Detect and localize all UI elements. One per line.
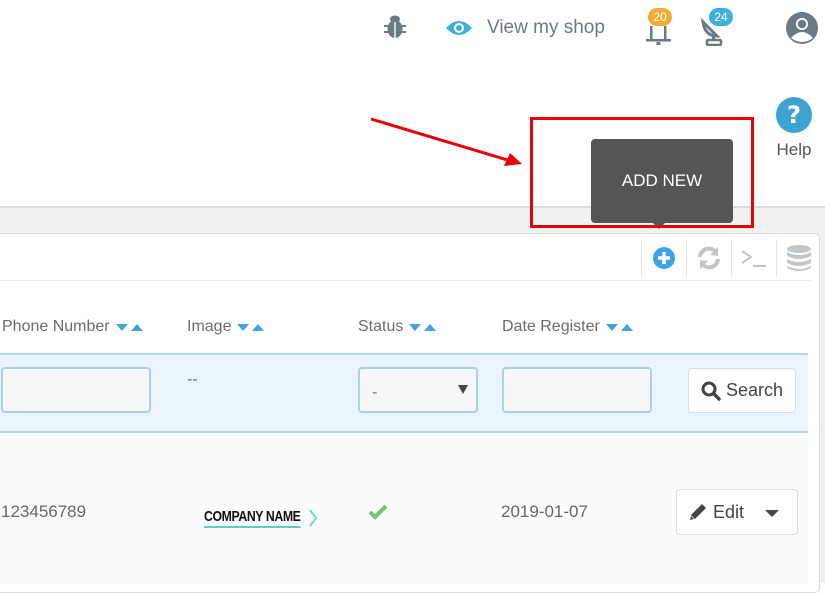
tooltip-text: ADD NEW [621,171,703,190]
refresh-button[interactable] [686,239,730,277]
refresh-icon [697,246,720,270]
status-filter-value: - [372,383,378,401]
user-avatar-icon [786,12,818,44]
sort-desc-icon[interactable] [237,323,250,331]
notifications-button[interactable]: 20 [642,6,676,46]
column-header-status: Status [358,318,437,336]
logo-chevron-icon [308,509,317,527]
database-export-icon [786,245,811,271]
date-register-cell: 2019-01-07 [501,502,588,521]
panel-toolbar [0,234,811,281]
date-filter-input[interactable] [502,367,652,413]
notifications-badge: 20 [648,8,672,26]
add-new-icon [652,247,675,269]
column-label: Date Register [502,318,600,335]
user-menu-button[interactable] [786,12,818,44]
help-label: Help [776,140,812,159]
pencil-icon [690,504,706,520]
annotation-arrow-icon [370,117,522,166]
question-circle-icon: ? [776,97,812,133]
sql-query-icon [740,250,766,267]
export-button[interactable] [776,239,820,277]
sort-asc-icon[interactable] [130,323,143,331]
svg-text:?: ? [787,101,801,129]
status-enabled-toggle[interactable] [368,504,388,524]
search-button[interactable]: Search [688,368,796,413]
status-filter-select[interactable]: - [358,367,478,413]
messages-button[interactable]: 24 [699,6,735,46]
sort-controls [115,323,143,331]
image-filter-placeholder: -- [187,370,198,388]
logo-text: COMPANY NAME [204,508,301,528]
top-bar: View my shop 20 24 [0,0,825,58]
company-logo-image: COMPANY NAME [204,506,318,530]
column-label: Status [358,318,404,335]
add-new-button[interactable] [641,239,685,277]
eye-icon [446,21,472,35]
sort-asc-icon[interactable] [424,323,437,331]
dropdown-caret-icon[interactable] [765,510,779,517]
search-icon [701,381,721,401]
column-label: Phone Number [2,318,110,335]
sort-desc-icon[interactable] [409,323,422,331]
column-header-image: Image [187,318,265,336]
column-label: Image [187,318,232,335]
check-icon [368,504,388,520]
debug-mode-button[interactable] [384,14,406,40]
select-caret-icon [458,385,468,394]
search-label: Search [725,380,784,400]
column-header-date-register: Date Register [502,318,633,336]
phone-filter-input[interactable] [1,367,151,413]
bug-icon [384,15,406,38]
sort-desc-icon[interactable] [115,323,128,331]
edit-button[interactable]: Edit [676,489,798,535]
view-my-shop-link[interactable]: View my shop [445,14,605,42]
view-my-shop-label: View my shop [487,17,605,38]
help-button[interactable]: ? Help [772,96,816,160]
sort-asc-icon[interactable] [620,323,633,331]
column-header-phone: Phone Number [2,318,143,336]
edit-label: Edit [713,501,745,522]
sort-controls [409,323,437,331]
messages-badge: 24 [709,8,733,26]
phone-cell: 123456789 [1,502,87,521]
add-new-tooltip: ADD NEW [591,139,733,229]
sort-controls [237,323,265,331]
sql-query-button[interactable] [731,239,775,277]
sort-controls [605,323,633,331]
sort-desc-icon[interactable] [605,323,618,331]
sort-asc-icon[interactable] [252,323,265,331]
